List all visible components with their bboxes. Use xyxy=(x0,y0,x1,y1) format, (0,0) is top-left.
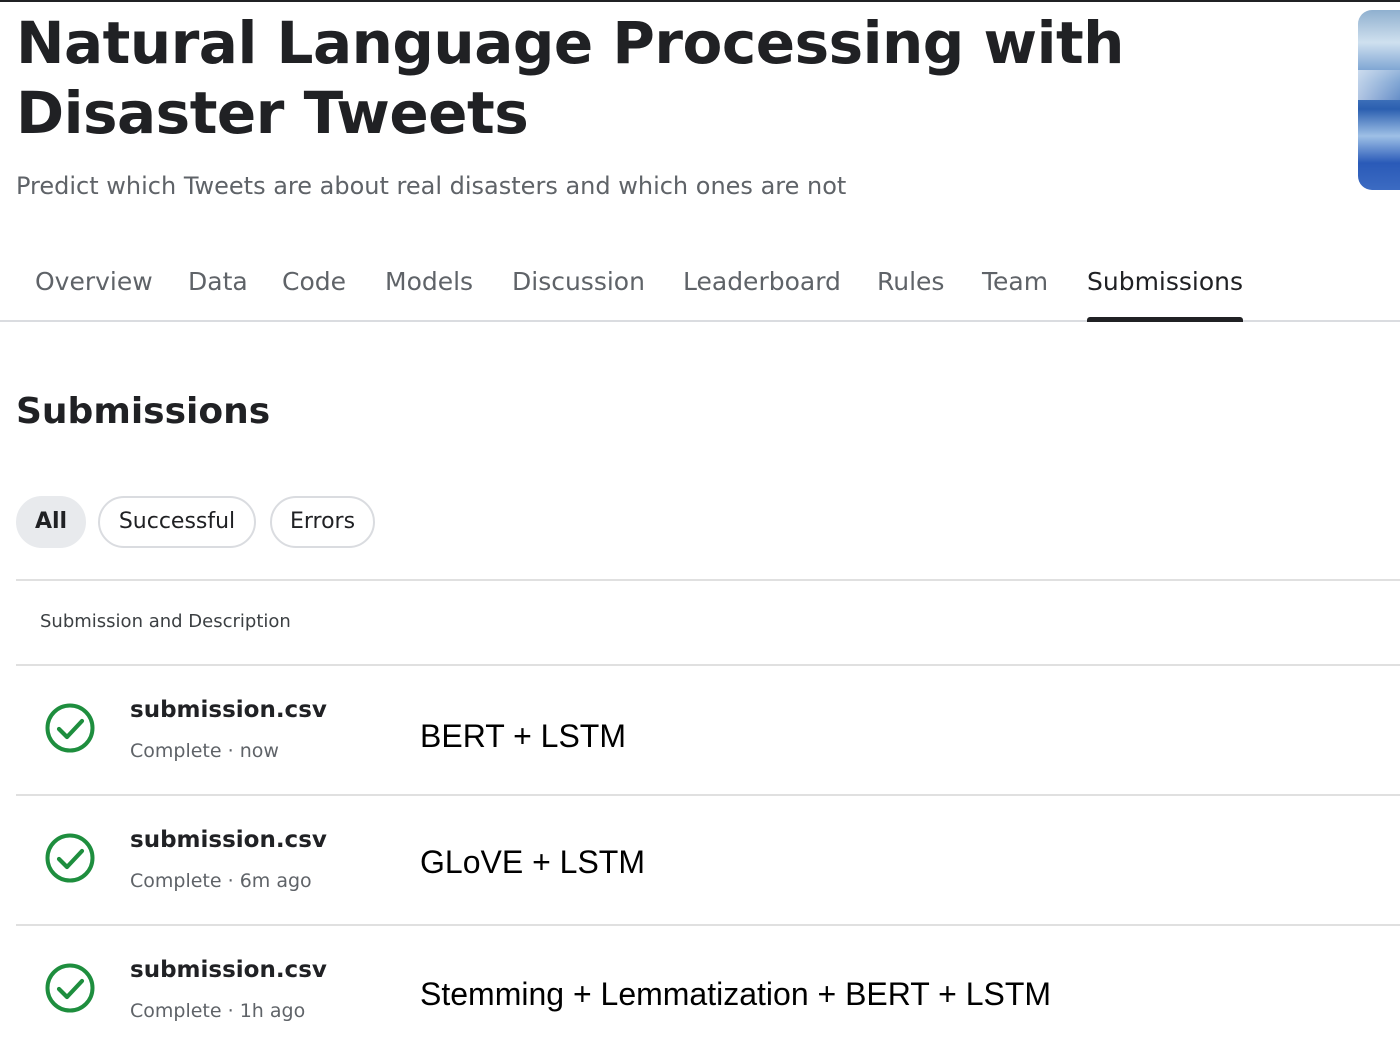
submission-file-name[interactable]: submission.csv xyxy=(130,954,327,986)
competition-tabs: Overview Data Code Models Discussion Lea… xyxy=(0,250,1400,322)
tab-data[interactable]: Data xyxy=(188,266,248,322)
competition-thumbnail xyxy=(1358,10,1400,190)
tab-code[interactable]: Code xyxy=(282,266,346,322)
submission-row[interactable]: submission.csv Complete · 6m ago GLoVE +… xyxy=(16,796,1400,926)
submission-row[interactable]: submission.csv Complete · now BERT + LST… xyxy=(16,666,1400,796)
submission-meta: Complete · 1h ago xyxy=(130,1000,306,1022)
top-border xyxy=(0,0,1400,2)
filter-all-chip[interactable]: All xyxy=(16,496,86,548)
check-circle-icon xyxy=(45,963,95,1013)
submission-description: BERT + LSTM xyxy=(420,718,626,754)
tab-leaderboard[interactable]: Leaderboard xyxy=(683,266,841,322)
competition-title: Natural Language Processing with Disaste… xyxy=(16,9,1124,147)
filter-successful-chip[interactable]: Successful xyxy=(98,496,256,548)
submission-time: now xyxy=(239,740,279,762)
filter-errors-chip[interactable]: Errors xyxy=(270,496,375,548)
check-circle-icon xyxy=(45,703,95,753)
tab-rules[interactable]: Rules xyxy=(877,266,944,322)
tab-submissions[interactable]: Submissions xyxy=(1087,266,1244,322)
submission-time: 1h ago xyxy=(239,1000,306,1022)
submission-description: GLoVE + LSTM xyxy=(420,844,645,880)
submission-status: Complete xyxy=(130,1000,222,1022)
page: Natural Language Processing with Disaste… xyxy=(0,0,1400,1052)
submission-status: Complete xyxy=(130,870,222,892)
divider xyxy=(16,579,1400,581)
competition-subtitle: Predict which Tweets are about real disa… xyxy=(16,172,847,200)
tab-discussion[interactable]: Discussion xyxy=(512,266,645,322)
tab-overview[interactable]: Overview xyxy=(35,266,153,322)
submission-row[interactable]: submission.csv Complete · 1h ago Stemmin… xyxy=(16,926,1400,1052)
submission-file-name[interactable]: submission.csv xyxy=(130,694,327,726)
tab-team[interactable]: Team xyxy=(982,266,1048,322)
check-circle-icon xyxy=(45,833,95,883)
submission-description: Stemming + Lemmatization + BERT + LSTM xyxy=(420,976,1052,1012)
submission-meta: Complete · now xyxy=(130,740,279,762)
submission-file-name[interactable]: submission.csv xyxy=(130,824,327,856)
submissions-heading: Submissions xyxy=(16,391,271,432)
column-header: Submission and Description xyxy=(40,611,291,632)
submission-meta: Complete · 6m ago xyxy=(130,870,312,892)
submission-status: Complete xyxy=(130,740,222,762)
tab-models[interactable]: Models xyxy=(385,266,473,322)
submission-time: 6m ago xyxy=(239,870,312,892)
